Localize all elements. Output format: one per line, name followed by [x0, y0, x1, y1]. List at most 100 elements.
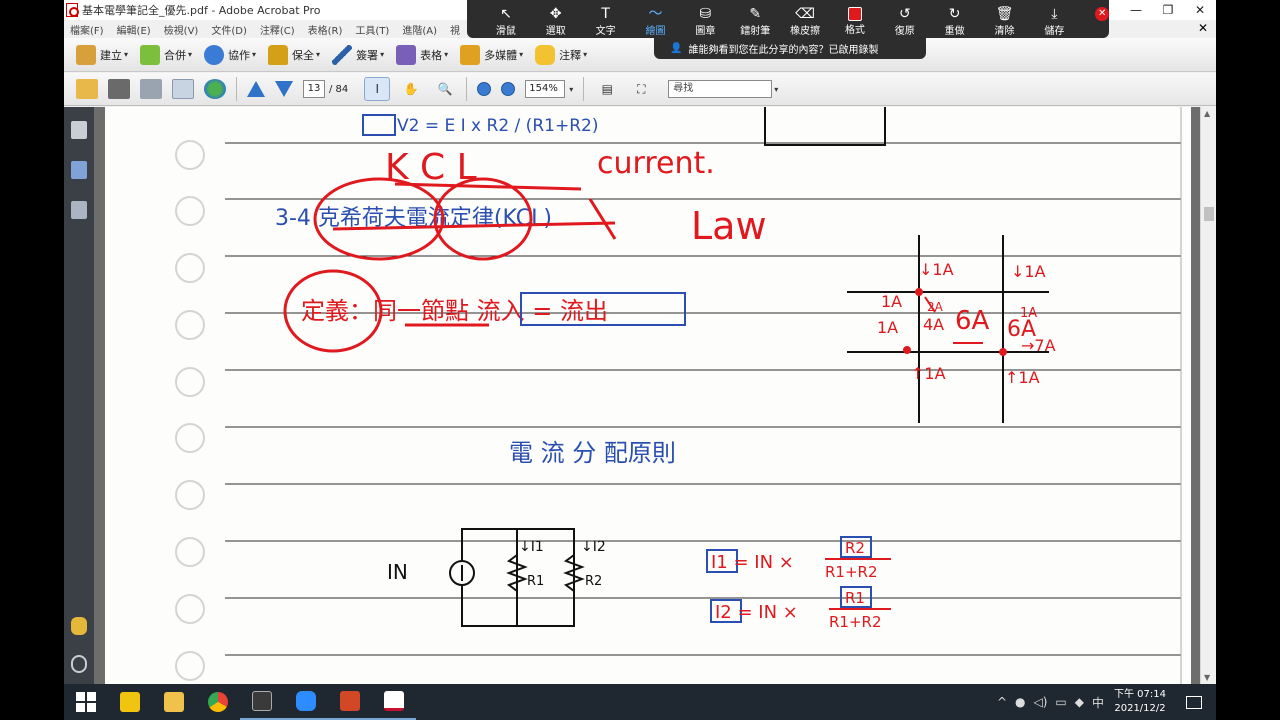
task-collaborate[interactable]: 協作 ▾ — [204, 44, 256, 65]
open-folder-icon[interactable] — [76, 79, 98, 99]
fit-page-icon[interactable]: ▤ — [594, 77, 620, 101]
tool-format[interactable]: 格式 — [830, 0, 880, 38]
window-title: 基本電學筆記全_優先.pdf - Adobe Acrobat Pro — [82, 4, 321, 17]
scroll-thumb[interactable] — [1204, 207, 1214, 221]
zoom-out-icon[interactable] — [477, 82, 492, 96]
recording-notice[interactable]: 👤 誰能夠看到您在此分享的內容？已啟用錄製 — [654, 38, 926, 59]
tool-draw[interactable]: 〜繪圖 — [631, 0, 681, 38]
file-explorer-icon — [164, 692, 184, 712]
attachment-icon[interactable] — [71, 655, 87, 673]
tool-save[interactable]: ⤓ 儲存 — [1029, 0, 1079, 38]
web-icon[interactable] — [204, 79, 226, 99]
page-number-input[interactable]: 13 — [303, 80, 325, 98]
task-secure[interactable]: 保全 ▾ — [268, 44, 320, 65]
annotation-toolbar: ↖ 滑鼠 ✥ 選取 T 文字 〜繪圖 ⛁ 圖章 ✎ 鐳射筆 ⌫ 橡皮擦 格式 ↺ 復原 ↻ 重做… — [467, 0, 1109, 38]
menu-tools[interactable]: 工具(T) — [355, 22, 389, 37]
menu-window[interactable]: 視 — [450, 22, 460, 37]
close-window-button[interactable]: ✕ — [1184, 0, 1216, 20]
scroll-up-icon[interactable]: ▲ — [1204, 109, 1210, 118]
svg-text:→7A: →7A — [1021, 336, 1056, 355]
taskbar-app-zoom[interactable] — [284, 684, 328, 720]
task-combine[interactable]: 合併 ▾ — [140, 44, 193, 65]
tool-text[interactable]: T 文字 — [581, 0, 631, 38]
save-icon[interactable] — [140, 79, 162, 99]
taskbar-app-calendar[interactable] — [240, 684, 284, 720]
task-create[interactable]: 建立 ▾ — [76, 44, 129, 65]
close-document-icon[interactable]: ✕ — [1198, 21, 1208, 35]
chevron-down-icon: ▾ — [124, 50, 129, 59]
tool-undo[interactable]: ↺ 復原 — [880, 0, 930, 38]
menu-view[interactable]: 檢視(V) — [164, 22, 199, 37]
task-forms[interactable]: 表格 ▾ — [396, 44, 448, 65]
taskbar-app-powerpoint[interactable] — [328, 684, 372, 720]
chevron-down-icon[interactable]: ▾ — [569, 85, 573, 94]
redo-icon: ↻ — [948, 6, 961, 22]
select-tool-icon[interactable]: I — [364, 77, 391, 101]
maximize-button[interactable]: ❐ — [1152, 0, 1184, 20]
menu-edit[interactable]: 編輯(E) — [117, 22, 151, 37]
clock[interactable]: 下午 07:14 2021/12/2 — [1114, 688, 1166, 716]
volume-icon[interactable]: ◁) — [1033, 695, 1047, 709]
create-pdf-icon — [76, 44, 96, 65]
tool-redo[interactable]: ↻ 重做 — [930, 0, 980, 38]
i2-label: ↓I2 — [581, 539, 606, 555]
ime-indicator[interactable]: 中 — [1092, 694, 1104, 711]
tool-eraser[interactable]: ⌫ 橡皮擦 — [780, 0, 830, 38]
vertical-scrollbar[interactable]: ▲ ▼ — [1200, 107, 1216, 684]
undo-icon: ↺ — [898, 6, 911, 22]
print-icon[interactable] — [108, 79, 130, 99]
email-icon[interactable] — [172, 79, 194, 99]
task-sign[interactable]: 簽署 ▾ — [332, 44, 384, 65]
taskbar-app-chrome[interactable] — [196, 684, 240, 720]
dropbox-icon[interactable]: ◆ — [1075, 695, 1084, 709]
chevron-down-icon: ▾ — [188, 50, 193, 59]
draw-icon: 〜 — [648, 6, 663, 22]
tool-select[interactable]: ✥ 選取 — [531, 0, 581, 38]
taskbar-app-file-explorer[interactable] — [152, 684, 196, 720]
taskbar-app-pin[interactable] — [108, 684, 152, 720]
hand-tool-icon[interactable]: ✋ — [398, 77, 424, 101]
navigation-pane — [64, 107, 94, 684]
menu-document[interactable]: 文件(D) — [211, 22, 247, 37]
minimize-button[interactable]: — — [1120, 0, 1152, 20]
pages-icon[interactable] — [71, 121, 87, 139]
taskbar-app-acrobat[interactable] — [372, 684, 416, 720]
formula-i2: I2 = IN × — [715, 602, 798, 623]
task-multimedia[interactable]: 多媒體 ▾ — [460, 44, 523, 65]
toolbar-separator — [466, 77, 468, 101]
formula-v2: V2 = E I x R2 / (R1+R2) — [397, 116, 598, 136]
menu-comments[interactable]: 注釋(C) — [260, 22, 295, 37]
next-page-icon[interactable] — [275, 81, 293, 97]
zoom-in-icon[interactable] — [501, 82, 516, 96]
battery-icon[interactable]: ▭ — [1055, 695, 1066, 709]
menu-forms[interactable]: 表格(R) — [308, 22, 343, 37]
zoom-level-field[interactable]: 154% — [525, 80, 566, 98]
zoom-tool-icon[interactable]: 🔍 — [432, 77, 458, 101]
multimedia-icon — [460, 44, 481, 65]
tool-stamp[interactable]: ⛁ 圖章 — [680, 0, 730, 38]
tool-clear[interactable]: 🗑 清除 — [980, 0, 1030, 38]
tool-laser[interactable]: ✎ 鐳射筆 — [730, 0, 780, 38]
forms-icon — [396, 44, 417, 65]
tool-mouse[interactable]: ↖ 滑鼠 — [481, 0, 531, 38]
svg-text:1A: 1A — [881, 292, 902, 311]
signatures-icon[interactable] — [71, 201, 87, 219]
notification-icon[interactable] — [1186, 695, 1202, 709]
previous-page-icon[interactable] — [247, 81, 265, 97]
acrobat-window: 基本電學筆記全_優先.pdf - Adobe Acrobat Pro — ❐ ✕… — [64, 0, 1216, 684]
chevron-up-icon[interactable]: ^ — [997, 695, 1007, 709]
menu-advanced[interactable]: 進階(A) — [402, 22, 437, 37]
bookmarks-icon[interactable] — [71, 161, 87, 179]
task-comment[interactable]: 注釋 ▾ — [535, 44, 587, 65]
microphone-icon[interactable]: ● — [1015, 695, 1025, 709]
chevron-down-icon[interactable]: ▾ — [774, 85, 778, 94]
menu-file[interactable]: 檔案(F) — [70, 22, 104, 37]
trash-icon: 🗑 — [995, 6, 1014, 22]
full-screen-icon[interactable]: ⛶ — [628, 77, 654, 101]
close-annotation-icon[interactable]: ✕ — [1095, 7, 1109, 21]
comments-icon[interactable] — [71, 617, 87, 635]
start-button[interactable] — [64, 684, 108, 720]
find-input[interactable]: 尋找 — [668, 80, 773, 98]
scroll-down-icon[interactable]: ▼ — [1204, 673, 1210, 682]
r2-label: R2 — [585, 574, 602, 589]
